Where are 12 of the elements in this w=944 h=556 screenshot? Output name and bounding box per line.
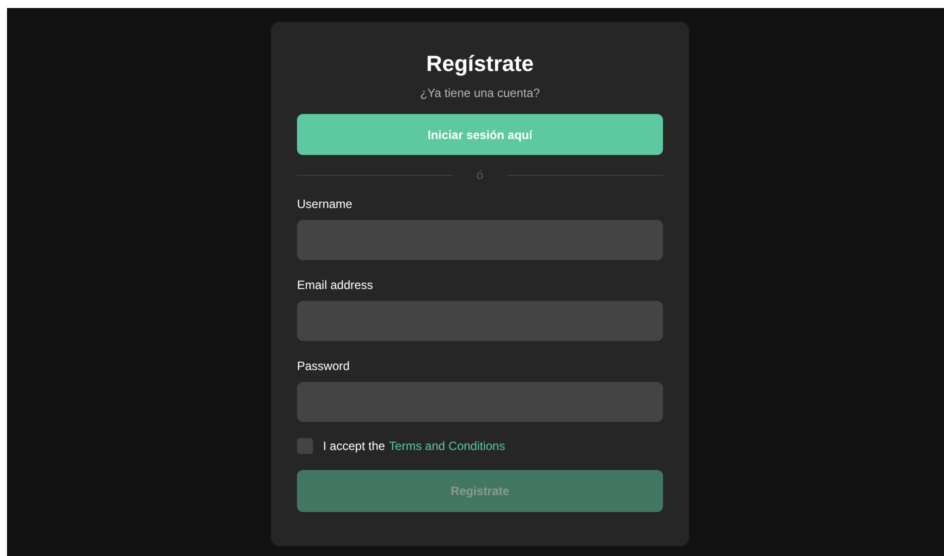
field-label: Password xyxy=(297,358,351,374)
subtitle: ¿Ya tiene una cuenta? xyxy=(420,85,540,101)
terms-checkbox[interactable] xyxy=(297,438,313,454)
terms-text: I accept the xyxy=(323,438,386,454)
input-field[interactable] xyxy=(297,382,663,422)
input-field[interactable] xyxy=(297,301,663,341)
input-field[interactable] xyxy=(297,220,663,260)
title: Regístrate xyxy=(426,50,534,78)
field-label: Username xyxy=(297,196,354,212)
field-label: Email address xyxy=(297,277,374,293)
login-button[interactable]: Iniciar sesión aquí xyxy=(297,114,663,155)
terms-link[interactable]: Terms and Conditions xyxy=(389,438,506,454)
